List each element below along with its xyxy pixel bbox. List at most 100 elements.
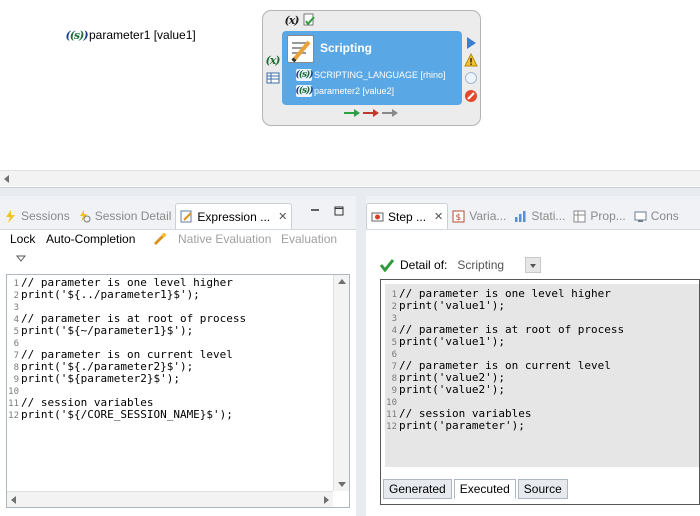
tab-console[interactable]: Cons	[630, 203, 683, 229]
properties-icon	[573, 210, 586, 222]
tab-executed[interactable]: Executed	[453, 479, 516, 499]
cancel-icon[interactable]	[464, 89, 478, 103]
scroll-left-icon[interactable]	[4, 175, 9, 183]
process-canvas[interactable]: ((s)) parameter1 [value1] (x) (x) Script…	[0, 0, 700, 188]
tab-label: Prop...	[590, 209, 626, 223]
code-text: print('${~/parameter1}$');	[21, 324, 194, 337]
code-line: 2 print('value1');	[385, 299, 624, 313]
script-icon	[287, 35, 314, 63]
tab-expression[interactable]: Expression ... ✕	[175, 203, 293, 229]
right-tabbar: Step ... ✕ $ Varia... Stati... Prop... C…	[366, 196, 700, 230]
lock-button[interactable]: Lock	[10, 232, 35, 246]
expression-editor[interactable]: 1// parameter is one level higher 2 print(…	[6, 274, 350, 508]
code-line: 5 print('${~/parameter1}$');	[7, 324, 246, 338]
tab-generated[interactable]: Generated	[383, 479, 452, 499]
native-evaluation-button[interactable]: Native Evaluation	[178, 232, 271, 246]
step-icon	[371, 212, 384, 222]
task-param-scripting-language[interactable]: ((s)) SCRIPTING_LANGUAGE [rhino]	[295, 69, 446, 81]
gray-arrow-icon	[382, 109, 399, 117]
code-text: print('${/CORE_SESSION_NAME}$');	[21, 408, 233, 421]
string-parameter-icon: ((s))	[295, 85, 314, 97]
code-line: 12 print('${/CORE_SESSION_NAME}$');	[7, 408, 246, 422]
tab-properties[interactable]: Prop...	[569, 203, 629, 229]
check-document-icon	[303, 13, 315, 26]
code-line: 2 print('${../parameter1}$');	[7, 288, 246, 302]
detail-of-select[interactable]: Scripting	[453, 256, 542, 274]
outer-parameter-label: parameter1 [value1]	[89, 28, 196, 42]
editor-vertical-scrollbar[interactable]	[333, 275, 349, 491]
generated-code-viewer: 1// parameter is one level higher 2 print(…	[380, 279, 700, 505]
code-text: print('${../parameter1}$');	[21, 288, 200, 301]
tab-label: Stati...	[531, 209, 566, 223]
close-tab-icon[interactable]: ✕	[278, 210, 287, 223]
string-parameter-icon: ((s))	[65, 28, 88, 42]
connection-arrows	[344, 109, 399, 117]
detail-of-value: Scripting	[457, 258, 505, 272]
expression-panel: Sessions Session Detail Expression ... ✕…	[0, 196, 356, 516]
tab-label: Sessions	[21, 209, 70, 223]
variable-x-icon: (x)	[284, 13, 300, 27]
tab-step[interactable]: Step ... ✕	[366, 203, 449, 229]
editor-lines: 1// parameter is one level higher 2 print(…	[7, 277, 246, 422]
run-icon[interactable]	[464, 36, 478, 50]
tab-sessions[interactable]: Sessions	[0, 203, 74, 229]
detail-of-row: Detail of: Scripting	[380, 256, 542, 274]
step-detail-panel: Step ... ✕ $ Varia... Stati... Prop... C…	[366, 196, 700, 516]
green-arrow-icon	[344, 109, 361, 117]
line-number: 12	[8, 411, 19, 421]
string-parameter-icon: ((s))	[295, 69, 314, 81]
task-title: Scripting	[320, 41, 373, 55]
tab-label: Cons	[650, 209, 679, 223]
code-text: print('value2');	[399, 383, 505, 396]
checkmark-icon	[380, 259, 394, 272]
bar-chart-icon	[515, 210, 526, 222]
code-line: 5 print('value1');	[385, 335, 624, 349]
viewer-bottom-tabs: Generated Executed Source	[383, 479, 568, 499]
dollar-icon: $	[452, 210, 465, 223]
tab-session-detail[interactable]: Session Detail	[74, 203, 176, 229]
maximize-icon[interactable]	[334, 206, 344, 216]
tab-label: Step ...	[388, 209, 427, 224]
task-param-label: SCRIPTING_LANGUAGE [rhino]	[314, 70, 446, 80]
edit-document-icon	[180, 210, 193, 223]
tab-label: Expression ...	[197, 209, 271, 224]
tab-source[interactable]: Source	[517, 479, 568, 499]
left-tabbar: Sessions Session Detail Expression ... ✕	[0, 196, 356, 230]
console-icon	[634, 211, 647, 222]
warning-icon[interactable]	[464, 53, 478, 67]
code-line: 9 print('value2');	[385, 383, 624, 397]
executed-code-editor[interactable]: 1// parameter is one level higher 2 print(…	[385, 284, 699, 467]
wand-icon[interactable]	[153, 232, 167, 246]
canvas-horizontal-scrollbar[interactable]	[0, 170, 700, 186]
tab-variables[interactable]: $ Varia...	[448, 203, 510, 229]
svg-text:$: $	[456, 213, 462, 223]
outer-parameter[interactable]: ((s)) parameter1 [value1]	[65, 28, 196, 42]
code-line: 12 print('parameter');	[385, 419, 624, 433]
minimize-icon[interactable]	[310, 206, 320, 216]
code-text: print('${parameter2}$');	[21, 372, 180, 385]
red-arrow-icon	[363, 109, 380, 117]
editor-horizontal-scrollbar[interactable]	[7, 491, 333, 507]
status-circle-icon[interactable]	[464, 71, 478, 85]
editor-lines: 1// parameter is one level higher 2 print(…	[385, 288, 624, 433]
lightning-icon	[6, 209, 15, 223]
table-icon[interactable]	[266, 71, 280, 85]
add-variable-icon[interactable]: (x)	[264, 53, 281, 67]
lightning-search-icon	[79, 209, 91, 222]
dropdown-chevron-icon[interactable]	[16, 255, 26, 263]
evaluation-button[interactable]: Evaluation	[281, 232, 337, 246]
line-number: 12	[386, 422, 397, 432]
code-text: print('parameter');	[399, 419, 525, 432]
tab-label: Session Detail	[94, 209, 172, 223]
dropdown-arrow-icon[interactable]	[525, 257, 542, 273]
close-tab-icon[interactable]: ✕	[434, 210, 443, 223]
tab-statistics[interactable]: Stati...	[510, 203, 569, 229]
task-param-parameter2[interactable]: ((s)) parameter2 [value2]	[295, 85, 395, 97]
auto-completion-button[interactable]: Auto-Completion	[46, 232, 135, 246]
code-line: 9 print('${parameter2}$');	[7, 372, 246, 386]
tab-label: Varia...	[469, 209, 507, 223]
scripting-task[interactable]: Scripting ((s)) SCRIPTING_LANGUAGE [rhin…	[282, 31, 462, 105]
code-text: print('value1');	[399, 299, 505, 312]
task-param-label: parameter2 [value2]	[314, 86, 395, 96]
code-text: print('value1');	[399, 335, 505, 348]
